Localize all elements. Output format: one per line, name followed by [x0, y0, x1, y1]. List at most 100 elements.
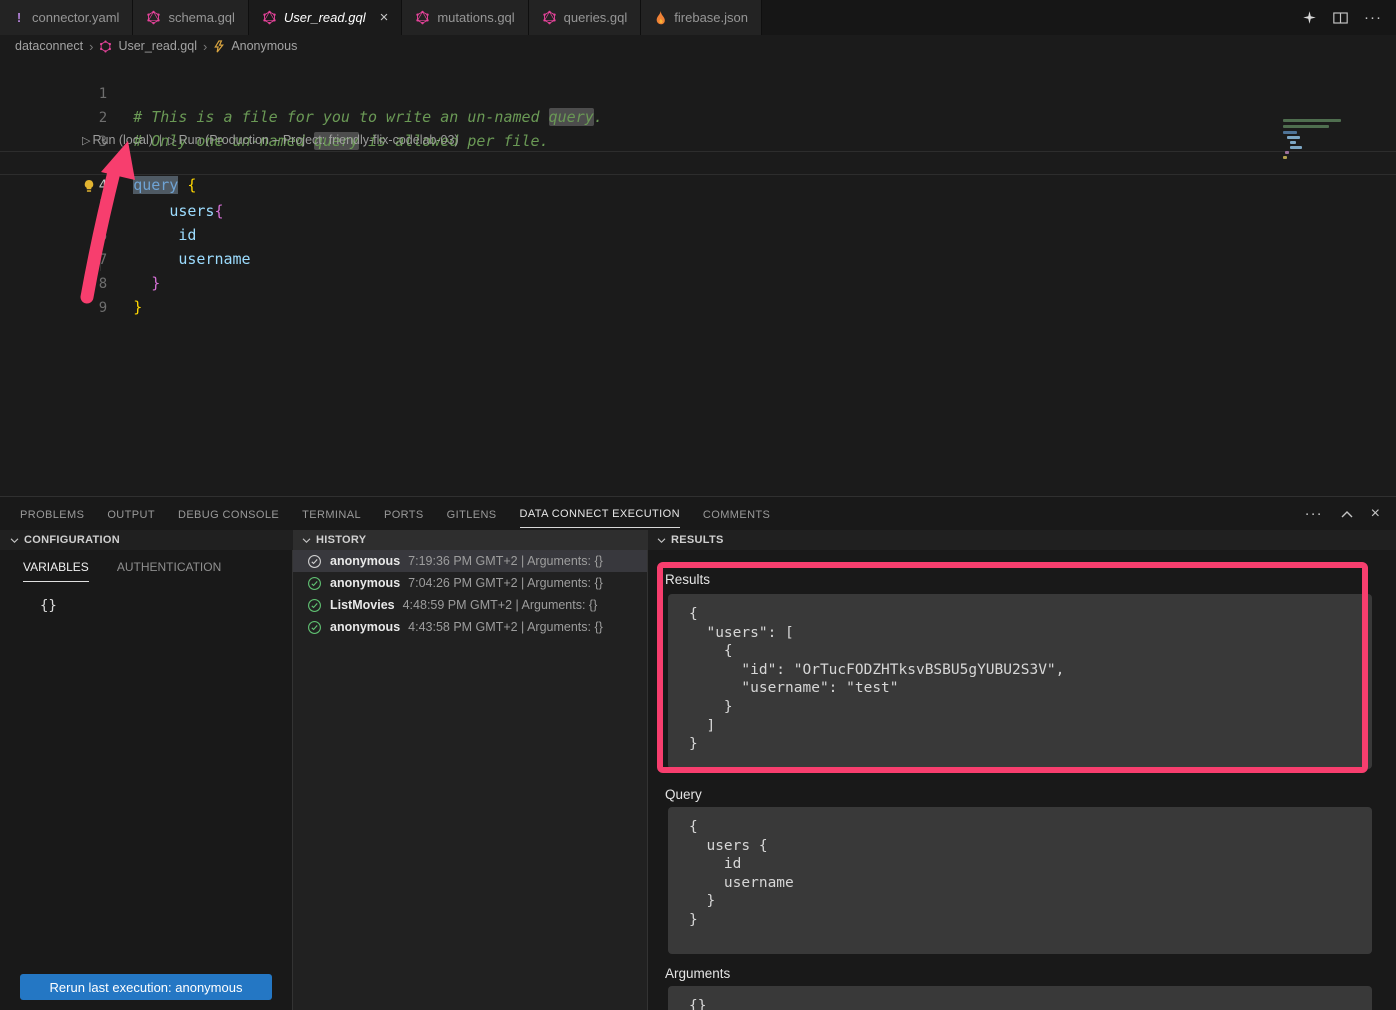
editor-tab-bar: ! connector.yaml schema.gql User_read.gq… — [0, 0, 1396, 35]
history-item-detail: 4:43:58 PM GMT+2 | Arguments: {} — [408, 620, 603, 634]
code-line-7: 7 username — [0, 223, 1396, 247]
chevron-down-icon — [302, 537, 311, 544]
query-box[interactable]: { users { id username } } — [668, 807, 1372, 954]
close-tab-icon[interactable]: × — [380, 10, 389, 25]
tab-variables[interactable]: VARIABLES — [23, 560, 89, 582]
more-actions-icon[interactable]: ··· — [1364, 9, 1382, 26]
play-icon: ▷ — [82, 135, 90, 147]
run-local-link[interactable]: ▷Run (local) — [82, 133, 153, 147]
configuration-tabs: VARIABLES AUTHENTICATION — [0, 550, 292, 582]
chevron-down-icon — [657, 537, 666, 544]
tab-firebase-json[interactable]: firebase.json — [641, 0, 762, 35]
code-text: } — [133, 298, 142, 316]
symbol-operation-icon — [213, 40, 225, 53]
tab-label: User_read.gql — [284, 10, 366, 25]
chevron-right-icon: › — [203, 39, 207, 54]
panel-tab-output[interactable]: OUTPUT — [107, 500, 155, 528]
configuration-section-header[interactable]: CONFIGURATION — [0, 530, 293, 550]
graphql-icon — [262, 10, 277, 25]
history-item[interactable]: anonymous 7:19:36 PM GMT+2 | Arguments: … — [293, 550, 647, 572]
code-text: } — [133, 274, 160, 292]
check-circle-icon — [307, 620, 322, 635]
history-item-detail: 7:04:26 PM GMT+2 | Arguments: {} — [408, 576, 603, 590]
tab-label: mutations.gql — [437, 10, 514, 25]
code-line-2: 2# This is a file for you to write an un… — [0, 81, 1396, 105]
split-editor-icon[interactable] — [1333, 11, 1348, 25]
more-actions-icon[interactable]: ··· — [1305, 505, 1323, 522]
check-circle-icon — [307, 598, 322, 613]
tab-schema-gql[interactable]: schema.gql — [133, 0, 248, 35]
query-label: Query — [665, 787, 702, 802]
run-production-link[interactable]: ▷Run (Production – Project: friendly-fli… — [168, 133, 458, 147]
codelens: ▷Run (local) | ▷Run (Production – Project:… — [0, 129, 1396, 151]
breadcrumb: dataconnect › User_read.gql › Anonymous — [0, 35, 1396, 57]
results-json-box[interactable]: { "users": [ { "id": "OrTucFODZHTksvBSBU… — [668, 594, 1372, 769]
arguments-label: Arguments — [665, 966, 730, 981]
tab-user-read-gql[interactable]: User_read.gql × — [249, 0, 402, 35]
panel-body: VARIABLES AUTHENTICATION {} Rerun last e… — [0, 550, 1396, 1010]
chevron-down-icon — [10, 537, 19, 544]
play-icon: ▷ — [168, 135, 176, 147]
panel-tab-gitlens[interactable]: GITLENS — [447, 500, 497, 528]
yaml-icon: ! — [13, 10, 25, 25]
line-number: 1 — [54, 82, 107, 106]
lightbulb-icon[interactable] — [82, 179, 96, 194]
history-item[interactable]: anonymous 4:43:58 PM GMT+2 | Arguments: … — [293, 616, 647, 638]
results-label: Results — [665, 572, 710, 587]
history-item-name: ListMovies — [330, 598, 395, 612]
code-line-4-current: 4query { — [0, 151, 1396, 175]
check-circle-icon — [307, 554, 322, 569]
vscode-window: ! connector.yaml schema.gql User_read.gq… — [0, 0, 1396, 1010]
panel-tab-ports[interactable]: PORTS — [384, 500, 424, 528]
editor[interactable]: 1 2# This is a file for you to write an … — [0, 57, 1396, 496]
configuration-panel: VARIABLES AUTHENTICATION {} Rerun last e… — [0, 550, 293, 1010]
panel-tab-bar: PROBLEMS OUTPUT DEBUG CONSOLE TERMINAL P… — [0, 497, 1396, 530]
code-text: id — [133, 226, 196, 244]
bottom-panel: PROBLEMS OUTPUT DEBUG CONSOLE TERMINAL P… — [0, 496, 1396, 1010]
close-panel-icon[interactable]: × — [1371, 506, 1380, 522]
history-item-detail: 4:48:59 PM GMT+2 | Arguments: {} — [403, 598, 598, 612]
panel-tab-debug-console[interactable]: DEBUG CONSOLE — [178, 500, 279, 528]
copilot-sparkle-icon[interactable] — [1302, 10, 1317, 25]
minimap[interactable] — [1281, 115, 1361, 175]
results-json: { "users": [ { "id": "OrTucFODZHTksvBSBU… — [668, 594, 1372, 754]
history-item-name: anonymous — [330, 576, 400, 590]
tab-authentication[interactable]: AUTHENTICATION — [117, 560, 221, 582]
panel-tab-terminal[interactable]: TERMINAL — [302, 500, 361, 528]
history-item-name: anonymous — [330, 554, 400, 568]
tab-label: schema.gql — [168, 10, 234, 25]
variables-value[interactable]: {} — [40, 598, 57, 614]
results-section-header[interactable]: RESULTS — [648, 530, 1396, 550]
tab-mutations-gql[interactable]: mutations.gql — [402, 0, 528, 35]
query-keyword: query — [133, 176, 178, 194]
breadcrumb-file[interactable]: User_read.gql — [118, 39, 197, 53]
word-highlight: query — [549, 108, 594, 126]
line-number: 8 — [54, 272, 107, 296]
panel-tab-data-connect-execution[interactable]: DATA CONNECT EXECUTION — [520, 499, 680, 528]
history-item[interactable]: anonymous 7:04:26 PM GMT+2 | Arguments: … — [293, 572, 647, 594]
maximize-panel-icon[interactable] — [1341, 510, 1353, 518]
tab-bar-empty-space — [762, 0, 1288, 35]
code-line-9: 9} — [0, 271, 1396, 295]
check-circle-icon — [307, 576, 322, 591]
line-number: 2 — [54, 106, 107, 130]
history-item[interactable]: ListMovies 4:48:59 PM GMT+2 | Arguments:… — [293, 594, 647, 616]
rerun-last-execution-button[interactable]: Rerun last execution: anonymous — [20, 974, 272, 1000]
tab-label: connector.yaml — [32, 10, 119, 25]
editor-actions: ··· — [1288, 0, 1396, 35]
tab-queries-gql[interactable]: queries.gql — [529, 0, 642, 35]
history-section-header[interactable]: HISTORY — [293, 530, 648, 550]
line-number: 4 — [54, 175, 107, 197]
indent-guide — [100, 199, 101, 271]
chevron-right-icon: › — [89, 39, 93, 54]
breadcrumb-folder[interactable]: dataconnect — [15, 39, 83, 53]
panel-actions: ··· × — [1305, 505, 1396, 522]
panel-tab-comments[interactable]: COMMENTS — [703, 500, 770, 528]
tab-connector-yaml[interactable]: ! connector.yaml — [0, 0, 133, 35]
codelens-separator: | — [159, 133, 162, 147]
arguments-box[interactable]: {} — [668, 986, 1372, 1010]
breadcrumb-symbol[interactable]: Anonymous — [231, 39, 297, 53]
code-text: query { — [133, 176, 196, 194]
panel-tab-problems[interactable]: PROBLEMS — [20, 500, 84, 528]
history-panel: anonymous 7:19:36 PM GMT+2 | Arguments: … — [293, 550, 648, 1010]
